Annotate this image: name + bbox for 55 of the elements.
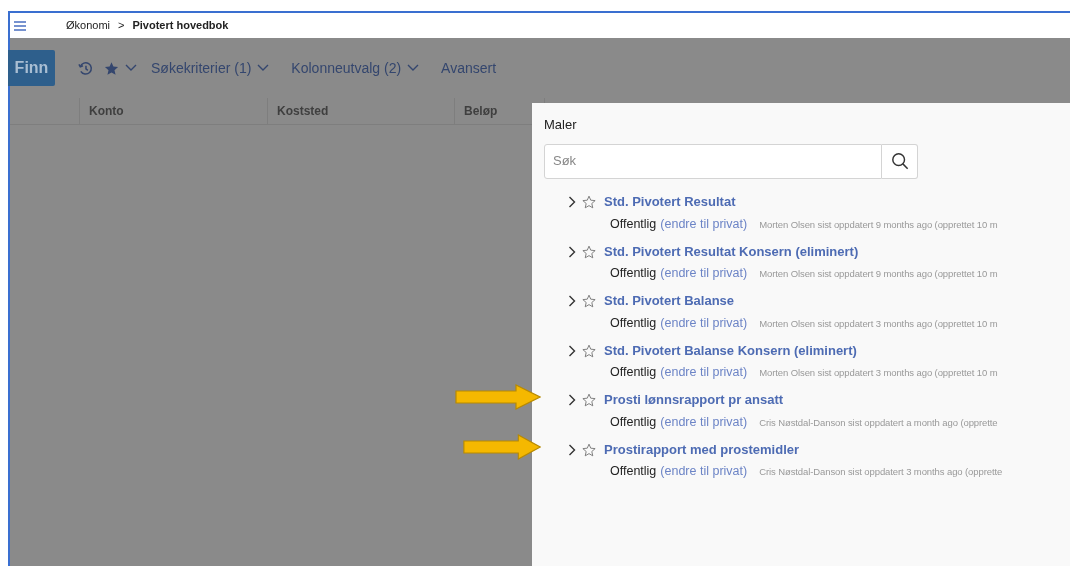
star-icon[interactable] (582, 343, 596, 358)
template-meta: Morten Olsen sist oppdatert 9 months ago (opprettet 10 m (759, 217, 998, 232)
panel-title: Maler (544, 116, 578, 134)
breadcrumb-link[interactable]: Økonomi (66, 17, 111, 34)
chevron-down-icon[interactable] (125, 64, 137, 72)
toolbar-menu[interactable]: Søkekriterier (1) (151, 57, 270, 79)
change-visibility-link[interactable]: (endre til privat) (660, 412, 748, 432)
star-icon[interactable] (582, 294, 596, 308)
star-icon[interactable] (582, 195, 596, 209)
visibility-label: Offentlig (610, 265, 657, 282)
chevron-right-icon[interactable] (568, 196, 576, 208)
visibility-label: Offentlig (610, 364, 657, 381)
template-title[interactable]: Std. Pivotert Balanse (604, 291, 735, 311)
chevron-right-icon[interactable] (568, 295, 576, 307)
column-header[interactable]: Konto (89, 102, 124, 120)
visibility-label: Offentlig (610, 215, 657, 233)
template-meta: Cris Nøstdal-Danson sist oppdatert 3 months ago (opprette (759, 465, 1003, 479)
change-visibility-link[interactable]: (endre til privat) (660, 313, 748, 333)
template-title[interactable]: Std. Pivotert Balanse Konsern (eliminert) (604, 340, 857, 361)
template-title[interactable]: Std. Pivotert Resultat Konsern (eliminert) (604, 241, 859, 262)
toolbar-menu[interactable]: Kolonneutvalg (2) (291, 57, 420, 79)
star-icon[interactable] (104, 60, 119, 76)
menu-icon[interactable] (14, 20, 26, 31)
chevron-right-icon[interactable] (568, 394, 576, 406)
toolbar-menu[interactable]: Avansert (441, 57, 497, 79)
template-title[interactable]: Prostirapport med prostemidler (604, 439, 800, 460)
search-field[interactable]: Søk (544, 143, 882, 179)
breadcrumb-separator: > (118, 18, 125, 34)
chevron-right-icon[interactable] (568, 443, 576, 456)
column-header[interactable]: Koststed (277, 102, 329, 120)
column-header[interactable]: Beløp (464, 102, 498, 120)
star-icon[interactable] (582, 393, 596, 407)
change-visibility-link[interactable]: (endre til privat) (660, 462, 748, 481)
chevron-right-icon[interactable] (568, 245, 576, 258)
history-icon[interactable] (78, 60, 93, 76)
template-meta: Morten Olsen sist oppdatert 3 months ago (opprettet 10 m (759, 316, 998, 331)
chevron-down-icon (407, 64, 420, 72)
visibility-label: Offentlig (610, 413, 657, 431)
template-meta: Morten Olsen sist oppdatert 9 months ago (opprettet 10 m (759, 267, 998, 281)
template-meta: Morten Olsen sist oppdatert 3 months ago (opprettet 10 m (759, 366, 998, 380)
template-meta: Cris Nøstdal-Danson sist oppdatert a month ago (opprette (759, 415, 998, 430)
chevron-down-icon (257, 64, 270, 72)
visibility-label: Offentlig (610, 463, 657, 480)
change-visibility-link[interactable]: (endre til privat) (660, 264, 748, 283)
visibility-label: Offentlig (610, 314, 657, 332)
find-button[interactable]: Finn (8, 50, 55, 86)
star-icon[interactable] (582, 442, 596, 457)
template-title[interactable]: Prosti lønnsrapport pr ansatt (604, 390, 784, 410)
breadcrumb-current: Pivotert hovedbok (132, 18, 229, 34)
change-visibility-link[interactable]: (endre til privat) (660, 214, 748, 234)
change-visibility-link[interactable]: (endre til privat) (660, 363, 748, 382)
template-title[interactable]: Std. Pivotert Resultat (604, 192, 736, 212)
search-icon[interactable] (890, 152, 909, 170)
chevron-right-icon[interactable] (568, 344, 576, 357)
star-icon[interactable] (582, 244, 596, 259)
